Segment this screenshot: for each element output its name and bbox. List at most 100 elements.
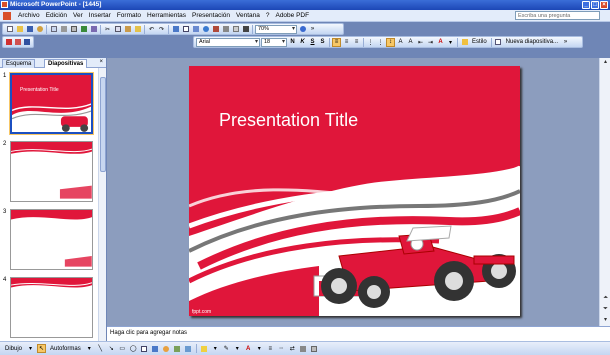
create-pdf-icon[interactable]	[5, 38, 13, 47]
editor-scrollbar[interactable]: ▴ ⏶ ⏷ ▾	[599, 58, 610, 326]
font-select[interactable]: Arial	[196, 37, 260, 47]
font-color-icon[interactable]: A	[436, 38, 445, 47]
previous-slide-icon[interactable]: ⏶	[601, 294, 610, 303]
slide-title[interactable]: Presentation Title	[219, 110, 358, 131]
rectangle-icon[interactable]: ▭	[118, 344, 127, 353]
expand-icon[interactable]	[211, 25, 220, 34]
arrow-style-icon[interactable]: ⇄	[288, 344, 297, 353]
email-icon[interactable]	[49, 25, 58, 34]
slide-thumbnail-3[interactable]	[10, 209, 93, 270]
tab-outline[interactable]: Esquema	[2, 59, 36, 68]
current-slide[interactable]: Presentation Title fppt.com	[189, 66, 520, 316]
powerpoint-app-icon[interactable]	[1, 1, 8, 8]
bullets-icon[interactable]: ⋮	[376, 38, 385, 47]
menu-formato[interactable]: Formato	[114, 11, 144, 20]
select-objects-icon[interactable]: ↖	[37, 344, 47, 353]
font-size-select[interactable]: 18	[261, 37, 287, 47]
menu-ventana[interactable]: Ventana	[233, 11, 263, 20]
new-slide-button[interactable]: Nueva diapositiva...	[504, 39, 560, 45]
draw-menu-button[interactable]: Dibujo	[3, 346, 24, 352]
slide-thumbnail-2[interactable]	[10, 141, 93, 202]
fill-color-icon[interactable]	[200, 344, 209, 353]
menu-adobe-pdf[interactable]: Adobe PDF	[272, 11, 312, 20]
clipart-icon[interactable]	[173, 344, 182, 353]
menu-archivo[interactable]: Archivo	[15, 11, 43, 20]
menu-presentacion[interactable]: Presentación	[189, 11, 233, 20]
print-icon[interactable]	[59, 25, 68, 34]
draw-dropdown-icon[interactable]: ▾	[26, 344, 35, 353]
insert-table-icon[interactable]	[181, 25, 190, 34]
underline-button[interactable]: S	[308, 38, 317, 47]
wordart-icon[interactable]	[151, 344, 160, 353]
picture-icon[interactable]	[184, 344, 193, 353]
spelling-icon[interactable]	[79, 25, 88, 34]
line-color-icon[interactable]: ✎	[222, 344, 231, 353]
3d-style-icon[interactable]	[310, 344, 319, 353]
scroll-down-icon[interactable]: ▾	[601, 316, 610, 325]
numbering-icon[interactable]: ⋮	[366, 38, 375, 47]
bold-button[interactable]: N	[288, 38, 297, 47]
undo-icon[interactable]: ↶	[147, 25, 156, 34]
pdf-review-icon[interactable]	[23, 38, 31, 47]
autoshapes-button[interactable]: Autoformas	[48, 346, 83, 352]
copy-icon[interactable]	[113, 25, 122, 34]
font-color-draw-icon[interactable]: A	[244, 344, 253, 353]
line-color-dropdown-icon[interactable]: ▾	[233, 344, 242, 353]
line-style-icon[interactable]: ≡	[266, 344, 275, 353]
menu-help[interactable]: ?	[263, 11, 273, 20]
arrow-icon[interactable]: ↘	[107, 344, 116, 353]
close-button[interactable]: ×	[600, 1, 608, 9]
toolbar-more-icon[interactable]: »	[561, 38, 570, 47]
next-slide-icon[interactable]: ⏷	[601, 305, 610, 314]
menu-insertar[interactable]: Insertar	[86, 11, 114, 20]
design-icon[interactable]	[460, 38, 469, 47]
permission-icon[interactable]	[35, 25, 44, 34]
scrollbar-thumb[interactable]	[100, 77, 106, 172]
menu-ver[interactable]: Ver	[70, 11, 86, 20]
print-preview-icon[interactable]	[69, 25, 78, 34]
shadow-button[interactable]: S	[318, 38, 327, 47]
paste-icon[interactable]	[123, 25, 132, 34]
new-slide-icon[interactable]	[494, 38, 503, 47]
slide-thumbnail-4[interactable]	[10, 277, 93, 338]
dash-style-icon[interactable]: ┄	[277, 344, 286, 353]
redo-icon[interactable]: ↷	[157, 25, 166, 34]
shadow-style-icon[interactable]	[299, 344, 308, 353]
diagram-icon[interactable]	[162, 344, 171, 353]
help-question-input[interactable]: Escriba una pregunta	[515, 11, 600, 20]
zoom-select[interactable]: 70%	[255, 24, 297, 34]
fill-color-dropdown-icon[interactable]: ▾	[211, 344, 220, 353]
open-icon[interactable]	[15, 25, 24, 34]
save-icon[interactable]	[25, 25, 34, 34]
oval-icon[interactable]: ◯	[129, 344, 138, 353]
show-formatting-icon[interactable]	[221, 25, 230, 34]
minimize-button[interactable]: _	[582, 1, 590, 9]
tab-slides[interactable]: Diapositivas	[44, 59, 88, 68]
design-button[interactable]: Estilo	[470, 39, 489, 45]
grid-icon[interactable]	[231, 25, 240, 34]
panel-close-icon[interactable]: ×	[99, 59, 103, 65]
decrease-font-icon[interactable]: A	[406, 38, 415, 47]
autoshapes-dropdown-icon[interactable]: ▾	[85, 344, 94, 353]
insert-chart-icon[interactable]	[171, 25, 180, 34]
document-icon[interactable]	[3, 12, 11, 20]
notes-pane[interactable]: Haga clic para agregar notas	[107, 326, 610, 341]
maximize-button[interactable]: □	[591, 1, 599, 9]
new-icon[interactable]	[5, 25, 14, 34]
toolbar-options-icon[interactable]: »	[308, 25, 317, 34]
align-right-icon[interactable]: ≡	[352, 38, 361, 47]
insert-hyperlink-icon[interactable]	[201, 25, 210, 34]
slide-thumbnail-1[interactable]: Presentation Title	[9, 72, 94, 135]
panel-scrollbar[interactable]	[98, 68, 106, 341]
format-painter-icon[interactable]	[133, 25, 142, 34]
cut-icon[interactable]: ✂	[103, 25, 112, 34]
font-color-draw-dropdown-icon[interactable]: ▾	[255, 344, 264, 353]
font-color-dropdown-icon[interactable]: ▾	[446, 38, 455, 47]
color-grayscale-icon[interactable]	[241, 25, 250, 34]
italic-button[interactable]: K	[298, 38, 307, 47]
line-spacing-icon[interactable]: ↕	[386, 37, 395, 47]
align-left-icon[interactable]: ≡	[332, 37, 341, 47]
menu-herramientas[interactable]: Herramientas	[144, 11, 189, 20]
pdf-email-icon[interactable]	[14, 38, 22, 47]
textbox-icon[interactable]	[140, 344, 149, 353]
